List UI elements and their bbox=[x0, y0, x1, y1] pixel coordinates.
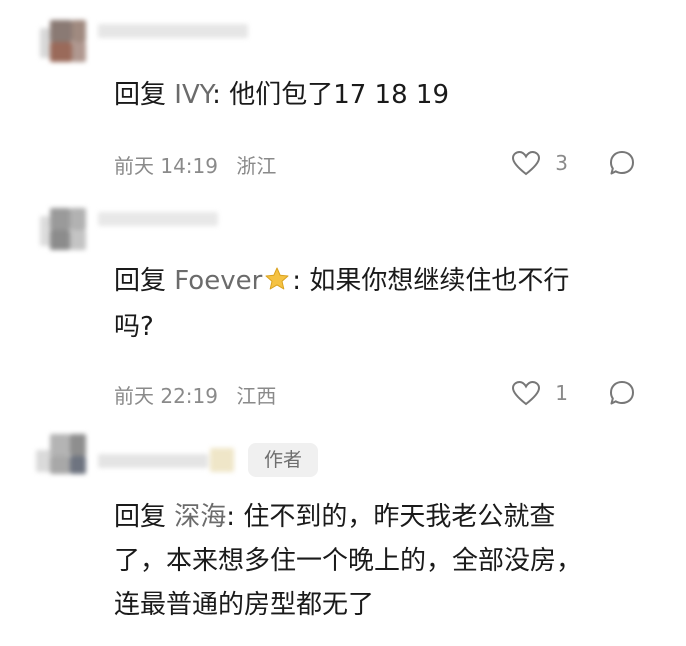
heart-icon[interactable] bbox=[511, 380, 541, 406]
comment-location: 浙江 bbox=[236, 154, 277, 178]
blurred-avatar-name bbox=[36, 200, 256, 260]
comment-meta: 前天 22:19 江西 bbox=[114, 380, 288, 409]
reply-line: 回复 IVY: 他们包了17 18 19 bbox=[114, 74, 449, 116]
comment-actions: 1 bbox=[511, 378, 636, 408]
reply-separator: : bbox=[212, 80, 221, 110]
like-count: 1 bbox=[555, 381, 568, 405]
reply-line-1: 回复 深海: 住不到的，昨天我老公就查 bbox=[114, 496, 555, 538]
star-icon bbox=[264, 263, 290, 305]
reply-to-name[interactable]: 深海 bbox=[174, 502, 226, 532]
comment-date: 前天 14:19 bbox=[114, 154, 218, 178]
like-button[interactable]: 1 bbox=[511, 380, 568, 406]
comment-date: 前天 22:19 bbox=[114, 384, 218, 408]
reply-prefix: 回复 bbox=[114, 502, 167, 532]
reply-separator: : bbox=[292, 266, 302, 296]
comment-text-line-1: 如果你想继续住也不行 bbox=[309, 266, 570, 296]
comment-location: 江西 bbox=[236, 384, 277, 408]
comment-text: 他们包了17 18 19 bbox=[229, 80, 449, 110]
reply-line-1: 回复 Foever: 如果你想继续住也不行 bbox=[114, 260, 569, 305]
comment-bubble-icon[interactable] bbox=[608, 379, 636, 407]
blurred-avatar-name bbox=[36, 14, 256, 74]
like-button[interactable]: 3 bbox=[511, 150, 568, 176]
comment-actions: 3 bbox=[511, 148, 636, 178]
comment-text-line-2: 吗? bbox=[114, 312, 154, 342]
reply-line-2: 了，本来想多住一个晚上的，全部没房， bbox=[114, 540, 582, 582]
reply-to-name-text: Foever bbox=[174, 266, 263, 296]
reply-line-3: 连最普通的房型都无了 bbox=[114, 584, 374, 626]
reply-prefix: 回复 bbox=[114, 80, 167, 110]
comment-text-line-1: 住不到的，昨天我老公就查 bbox=[243, 502, 556, 532]
like-count: 3 bbox=[555, 151, 568, 175]
reply-to-name[interactable]: Foever bbox=[174, 266, 292, 296]
heart-icon[interactable] bbox=[511, 150, 541, 176]
comment-text-line-2: 了，本来想多住一个晚上的，全部没房， bbox=[114, 546, 583, 576]
blurred-avatar-name bbox=[36, 428, 256, 488]
reply-to-name[interactable]: IVY bbox=[174, 80, 212, 110]
comment-text-line-3: 连最普通的房型都无了 bbox=[114, 590, 375, 620]
author-badge: 作者 bbox=[248, 443, 318, 477]
reply-line-2: 吗? bbox=[114, 306, 154, 348]
comment-meta: 前天 14:19 浙江 bbox=[114, 150, 288, 179]
reply-prefix: 回复 bbox=[114, 266, 167, 296]
comment-bubble-icon[interactable] bbox=[608, 149, 636, 177]
reply-separator: : bbox=[226, 502, 236, 532]
